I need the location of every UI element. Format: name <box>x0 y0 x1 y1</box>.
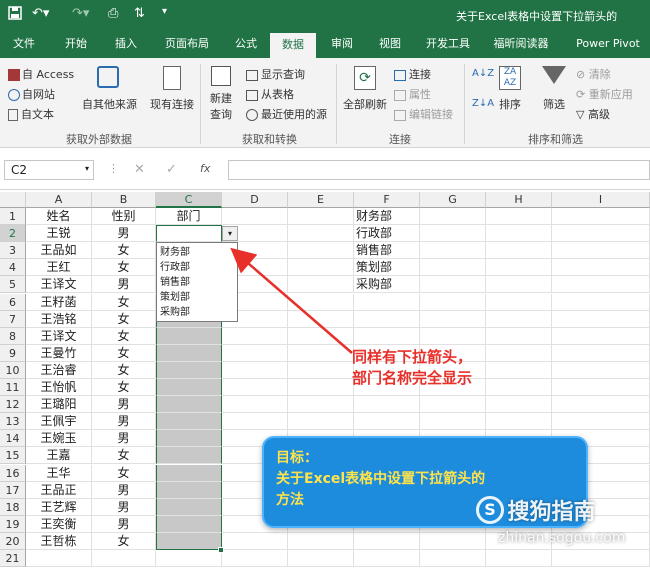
watermark-url: zhinan.sogou.com <box>498 530 626 546</box>
watermark: S 搜狗指南 <box>476 494 596 526</box>
watermark-brand: 搜狗指南 <box>507 500 596 525</box>
annotation-text: 同样有下拉箭头， 部门名称完全显示 <box>352 348 473 387</box>
sogou-logo-icon: S <box>476 496 504 524</box>
